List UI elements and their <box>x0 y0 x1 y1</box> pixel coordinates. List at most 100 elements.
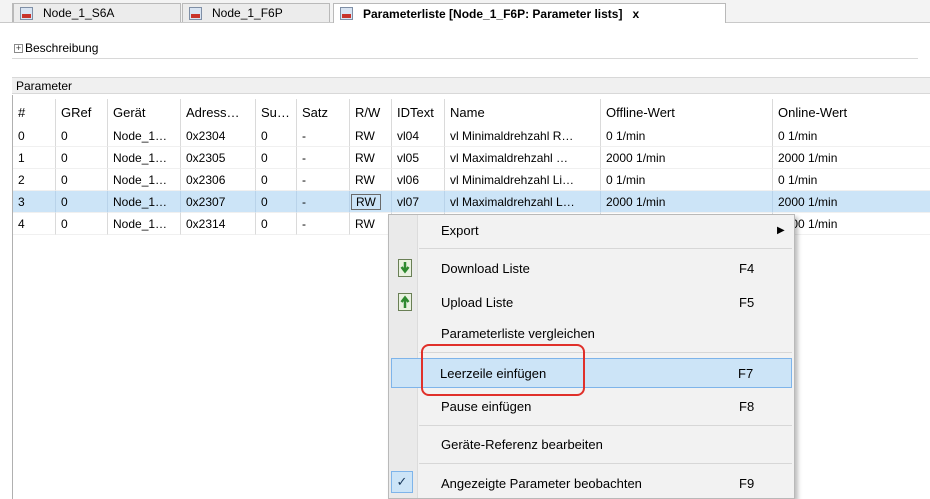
close-icon[interactable]: x <box>632 7 639 21</box>
menu-separator <box>419 248 792 249</box>
expand-icon[interactable]: + <box>14 43 23 53</box>
menu-item-label: Export <box>441 222 479 238</box>
menu-item-watch-parameters[interactable]: ✓ Angezeigte Parameter beobachten F9 <box>391 468 792 498</box>
menu-shortcut: F5 <box>739 294 755 310</box>
tab-parameterliste[interactable]: Parameterliste [Node_1_F6P: Parameter li… <box>333 3 726 23</box>
column-header[interactable]: IDText <box>392 99 445 125</box>
cell-device: Node_1… <box>108 213 181 235</box>
cell-address: 0x2305 <box>181 147 256 169</box>
column-header[interactable]: R/W <box>350 99 392 125</box>
menu-item-label: Upload Liste <box>441 294 514 310</box>
column-header[interactable]: Adress… <box>181 99 256 125</box>
table-row[interactable]: 0 0 Node_1… 0x2304 0 - RW vl04 vl Minima… <box>13 125 930 147</box>
tab-node-1-f6p[interactable]: Node_1_F6P <box>182 3 330 22</box>
cell-offline-value: 2000 1/min <box>601 191 773 213</box>
column-header[interactable]: Offline-Wert <box>601 99 773 125</box>
menu-item-label: Pause einfügen <box>441 398 532 414</box>
menu-item-download-list[interactable]: Download Liste F4 <box>391 253 792 283</box>
menu-shortcut: F9 <box>739 475 755 491</box>
cell-subindex: 0 <box>256 147 297 169</box>
cell-address: 0x2304 <box>181 125 256 147</box>
cell-address: 0x2314 <box>181 213 256 235</box>
cell-device: Node_1… <box>108 191 181 213</box>
column-header[interactable]: Online-Wert <box>773 99 930 125</box>
menu-separator <box>419 425 792 426</box>
tab-node-1-s6a[interactable]: Node_1_S6A <box>13 3 181 22</box>
cell-gref: 0 <box>56 125 108 147</box>
menu-item-label: Parameterliste vergleichen <box>441 325 595 341</box>
column-header[interactable]: GRef <box>56 99 108 125</box>
keb-device-icon <box>340 7 353 20</box>
cell-rw: RW <box>350 147 392 169</box>
keb-device-icon <box>189 6 202 20</box>
submenu-arrow-icon: ▶ <box>777 224 785 236</box>
cell-index: 2 <box>13 169 56 191</box>
cell-address: 0x2307 <box>181 191 256 213</box>
divider <box>12 58 918 59</box>
tab-label: Parameterliste [Node_1_F6P: Parameter li… <box>363 6 623 21</box>
cell-subindex: 0 <box>256 125 297 147</box>
cell-gref: 0 <box>56 191 108 213</box>
menu-shortcut: F7 <box>738 365 754 381</box>
cell-offline-value: 2000 1/min <box>601 147 773 169</box>
table-row[interactable]: 2 0 Node_1… 0x2306 0 - RW vl06 vl Minima… <box>13 169 930 191</box>
cell-index: 4 <box>13 213 56 235</box>
cell-index: 0 <box>13 125 56 147</box>
column-header[interactable]: Name <box>445 99 601 125</box>
column-header[interactable]: # <box>13 99 56 125</box>
cell-gref: 0 <box>56 213 108 235</box>
cell-offline-value: 0 1/min <box>601 169 773 191</box>
cell-name: vl Maximaldrehzahl L… <box>445 191 601 213</box>
cell-idtext: vl07 <box>392 191 445 213</box>
tab-strip: Node_1_S6A Node_1_F6P Parameterliste [No… <box>0 0 930 23</box>
description-section[interactable]: + Beschreibung <box>14 40 98 56</box>
menu-item-label: Download Liste <box>441 260 530 276</box>
menu-item-label: Angezeigte Parameter beobachten <box>441 475 642 491</box>
tab-label: Node_1_S6A <box>43 6 115 20</box>
cell-device: Node_1… <box>108 147 181 169</box>
column-header[interactable]: Gerät <box>108 99 181 125</box>
cell-online-value: 2000 1/min <box>773 191 930 213</box>
menu-item-label: Geräte-Referenz bearbeiten <box>441 436 603 452</box>
column-header[interactable]: Satz <box>297 99 350 125</box>
cell-idtext: vl04 <box>392 125 445 147</box>
cell-gref: 0 <box>56 147 108 169</box>
cell-device: Node_1… <box>108 125 181 147</box>
table-row-selected[interactable]: 3 0 Node_1… 0x2307 0 - RW vl07 vl Maxima… <box>13 191 930 213</box>
cell-set: - <box>297 169 350 191</box>
menu-shortcut: F8 <box>739 398 755 414</box>
cell-idtext: vl06 <box>392 169 445 191</box>
cell-rw-focused[interactable]: RW <box>351 193 381 210</box>
cell-address: 0x2306 <box>181 169 256 191</box>
cell-index: 1 <box>13 147 56 169</box>
cell-online-value: 0 1/min <box>773 125 930 147</box>
keb-device-icon <box>20 6 33 20</box>
cell-online-value: 2000 1/min <box>773 213 930 235</box>
cell-name: vl Minimaldrehzahl R… <box>445 125 601 147</box>
annotation-highlight-box <box>421 344 585 396</box>
upload-arrow-icon <box>398 293 414 311</box>
column-header[interactable]: Su… <box>256 99 297 125</box>
menu-item-edit-device-reference[interactable]: Geräte-Referenz bearbeiten <box>391 429 792 459</box>
cell-idtext: vl05 <box>392 147 445 169</box>
cell-index: 3 <box>13 191 56 213</box>
cell-rw: RW <box>350 125 392 147</box>
description-label: Beschreibung <box>25 41 99 55</box>
cell-name: vl Minimaldrehzahl Li… <box>445 169 601 191</box>
cell-rw[interactable]: RW <box>350 191 392 213</box>
cell-online-value: 0 1/min <box>773 169 930 191</box>
cell-set: - <box>297 191 350 213</box>
menu-item-upload-list[interactable]: Upload Liste F5 <box>391 287 792 317</box>
download-arrow-icon <box>398 259 414 277</box>
table-header: # GRef Gerät Adress… Su… Satz R/W IDText… <box>13 99 930 125</box>
menu-item-export[interactable]: Export ▶ <box>391 215 792 245</box>
cell-rw: RW <box>350 213 392 235</box>
cell-rw: RW <box>350 169 392 191</box>
tab-label: Node_1_F6P <box>212 6 283 20</box>
table-row[interactable]: 1 0 Node_1… 0x2305 0 - RW vl05 vl Maxima… <box>13 147 930 169</box>
cell-online-value: 2000 1/min <box>773 147 930 169</box>
cell-subindex: 0 <box>256 213 297 235</box>
menu-separator <box>419 463 792 464</box>
cell-set: - <box>297 213 350 235</box>
cell-offline-value: 0 1/min <box>601 125 773 147</box>
